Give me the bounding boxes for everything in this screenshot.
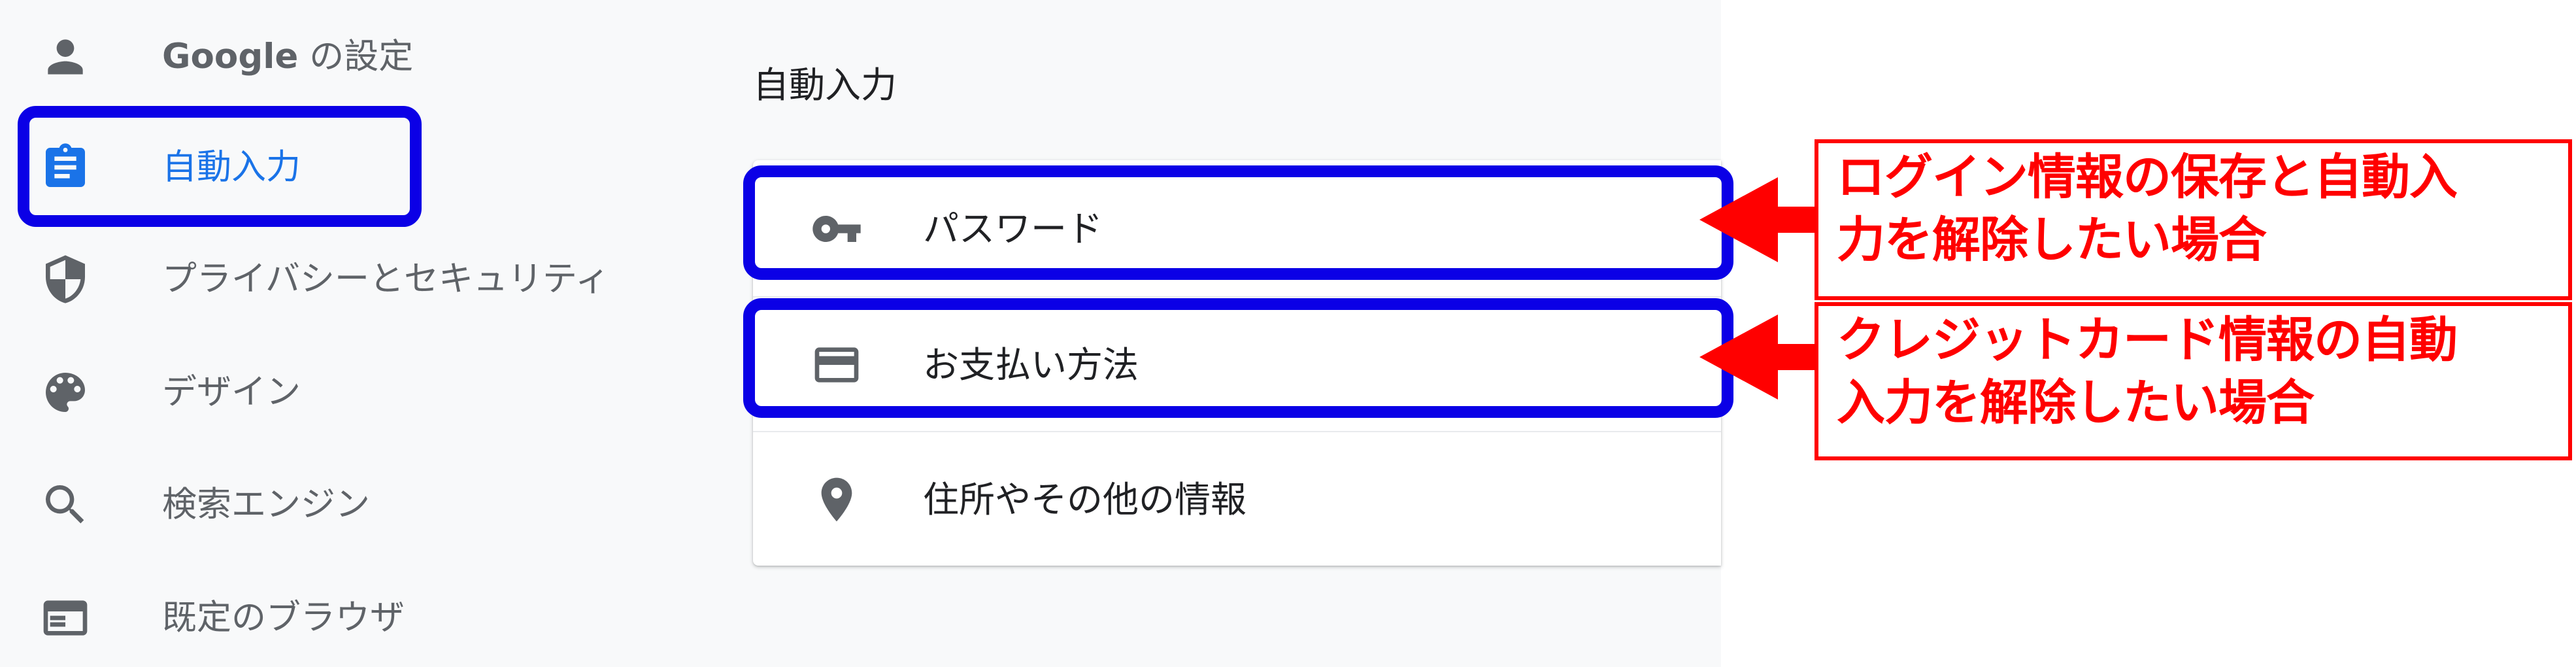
sidebar-item-label: 自動入力 [162,147,301,187]
sidebar-item-autofill[interactable]: 自動入力 [0,128,654,207]
callout-passwords: ログイン情報の保存と自動入 力を解除したい場合 [1815,139,2572,300]
sidebar-item-google-settings[interactable]: Google の設定 [0,18,654,96]
key-icon [811,203,863,255]
list-item-passwords[interactable]: パスワード [753,162,1721,296]
callout-payments: クレジットカード情報の自動 入力を解除したい場合 [1815,302,2572,460]
callout-line: 入力を解除したい場合 [1837,375,2315,431]
sidebar-item-label: 既定のブラウザ [162,598,405,638]
sidebar-item-search-engine[interactable]: 検索エンジン [0,466,654,544]
assignment-icon [39,141,92,194]
list-item-payment-methods[interactable]: お支払い方法 [753,296,1721,432]
credit-card-icon [811,339,863,391]
shield-icon [39,253,92,305]
palette-icon [39,366,92,419]
callout-arrow-passwords [1699,177,1824,262]
callout-line: クレジットカード情報の自動 [1837,312,2458,368]
sidebar-item-default-browser[interactable]: 既定のブラウザ [0,579,654,657]
callout-arrow-payments [1699,315,1824,400]
sidebar-item-label: デザイン [162,372,301,412]
callout-line: ログイン情報の保存と自動入 [1837,149,2458,205]
list-item-label: パスワード [923,208,1103,250]
list-item-label: 住所やその他の情報 [923,479,1247,521]
page-title: 自動入力 [753,64,897,106]
sidebar-item-appearance[interactable]: デザイン [0,353,654,432]
list-item-addresses[interactable]: 住所やその他の情報 [753,431,1721,567]
settings-screen: Google の設定 自動入力 プライバシーとセキュリティ デザイン 検索エンジ… [0,0,1721,667]
list-item-label: お支払い方法 [923,344,1139,386]
sidebar-item-label: 検索エンジン [162,485,370,524]
autofill-card: パスワード お支払い方法 住所やその他の情報 [753,160,1721,566]
person-icon [39,31,92,83]
sidebar-item-label: プライバシーとセキュリティ [162,259,610,299]
callout-line: 力を解除したい場合 [1837,212,2267,268]
sidebar-item-privacy-security[interactable]: プライバシーとセキュリティ [0,240,654,318]
search-icon [39,479,92,531]
sidebar-item-label: Google の設定 [162,37,414,77]
browser-icon [39,592,92,644]
location-pin-icon [811,473,863,526]
